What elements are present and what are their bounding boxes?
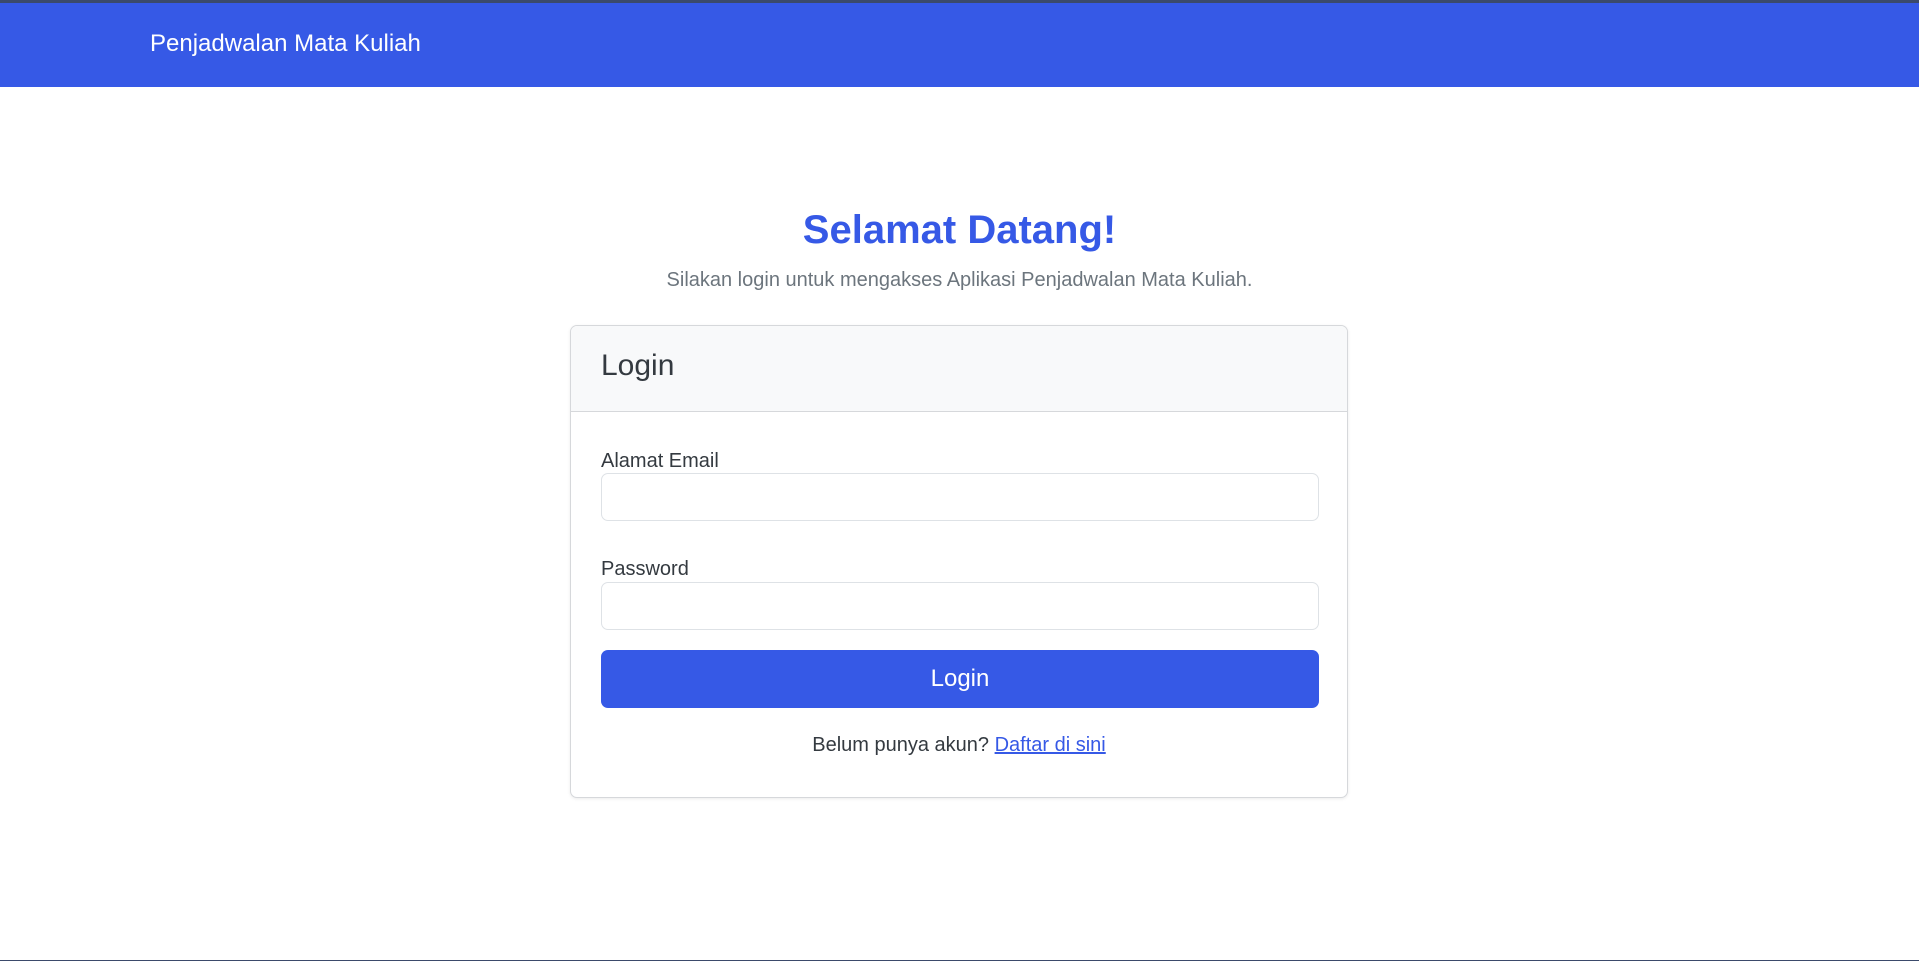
page-subtitle: Silakan login untuk mengakses Aplikasi P… <box>666 269 1253 291</box>
password-label: Password <box>601 558 689 580</box>
login-card-header: Login <box>571 326 1347 412</box>
email-field[interactable] <box>601 473 1319 521</box>
register-prompt-text: Belum punya akun? <box>812 734 995 756</box>
register-link[interactable]: Daftar di sini <box>995 734 1106 756</box>
login-card: Login Alamat Email Password Login Belum … <box>570 325 1348 798</box>
login-button[interactable]: Login <box>601 650 1319 708</box>
page-title: Selamat Datang! <box>802 208 1117 252</box>
navbar-brand[interactable]: Penjadwalan Mata Kuliah <box>150 29 421 59</box>
login-card-title: Login <box>601 349 675 382</box>
navbar: Penjadwalan Mata Kuliah <box>0 3 1919 87</box>
register-prompt-line: Belum punya akun? Daftar di sini <box>571 732 1347 758</box>
email-label: Alamat Email <box>601 450 719 472</box>
password-field[interactable] <box>601 582 1319 630</box>
